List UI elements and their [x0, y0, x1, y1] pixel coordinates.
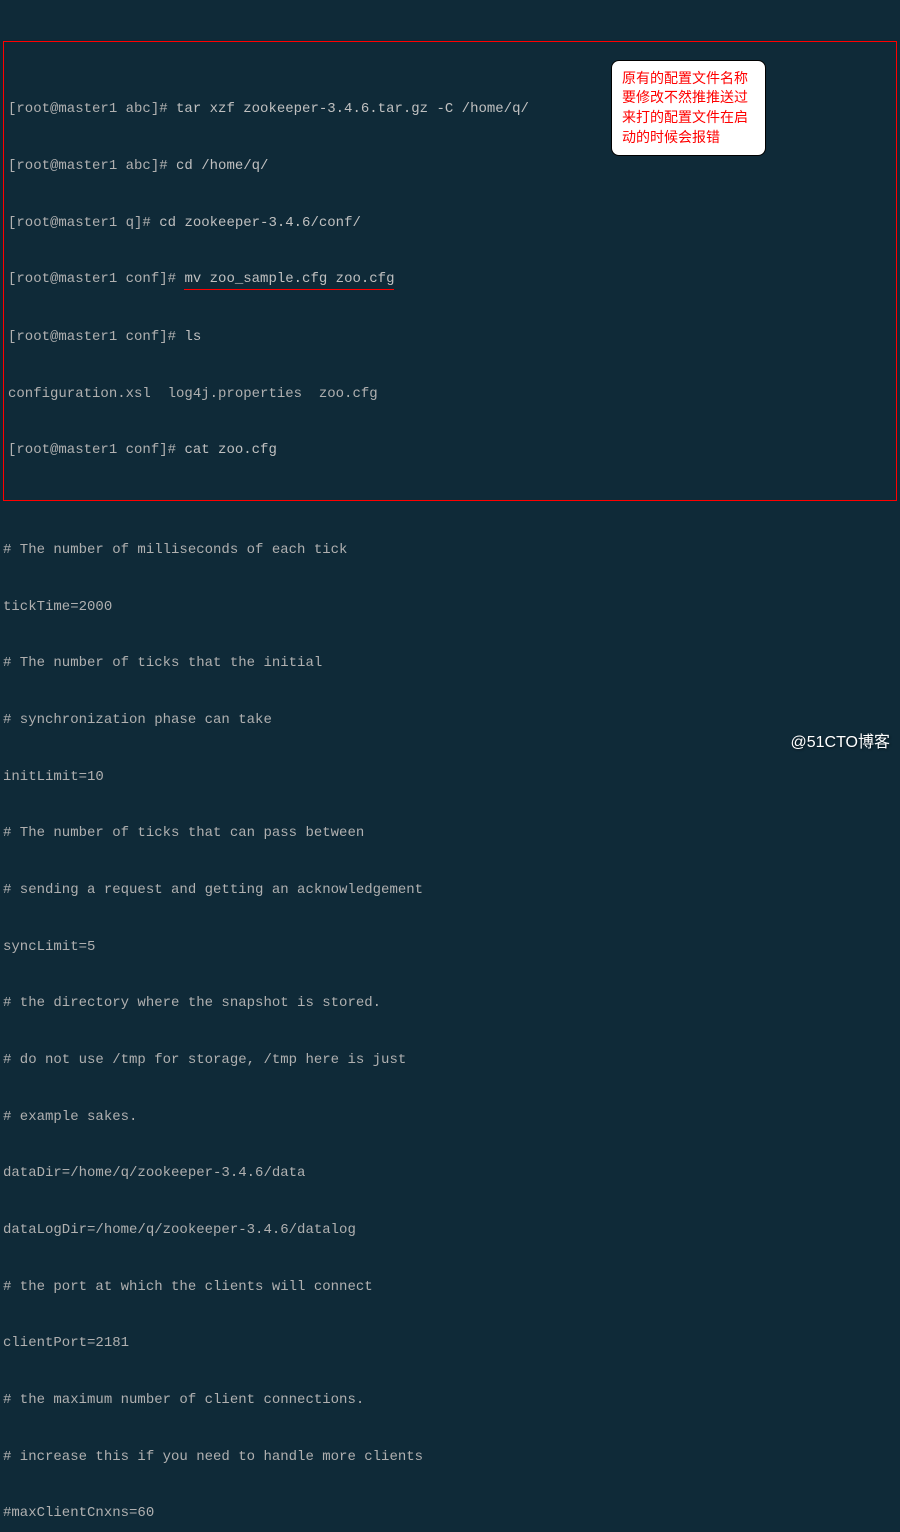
config-line: # example sakes.	[3, 1108, 897, 1127]
config-line: # the port at which the clients will con…	[3, 1278, 897, 1297]
config-line: # the directory where the snapshot is st…	[3, 994, 897, 1013]
watermark: @51CTO博客	[790, 732, 890, 754]
config-line: # The number of ticks that the initial	[3, 654, 897, 673]
config-line: syncLimit=5	[3, 938, 897, 957]
highlighted-commands-box: 原有的配置文件名称要修改不然推推送过来打的配置文件在启动的时候会报错 [root…	[3, 41, 897, 501]
command-cd-home: cd /home/q/	[176, 158, 268, 174]
config-line: # sending a request and getting an ackno…	[3, 881, 897, 900]
command-mv-underlined: mv zoo_sample.cfg zoo.cfg	[184, 270, 394, 290]
config-line: # the maximum number of client connectio…	[3, 1391, 897, 1410]
config-line: # increase this if you need to handle mo…	[3, 1448, 897, 1467]
config-line: # The number of ticks that can pass betw…	[3, 824, 897, 843]
config-line: #maxClientCnxns=60	[3, 1504, 897, 1523]
prompt: [root@master1 abc]#	[8, 158, 176, 174]
command-cat: cat zoo.cfg	[184, 442, 276, 458]
command-ls: ls	[184, 329, 201, 345]
config-line: clientPort=2181	[3, 1334, 897, 1353]
config-line: # synchronization phase can take	[3, 711, 897, 730]
config-line: dataLogDir=/home/q/zookeeper-3.4.6/datal…	[3, 1221, 897, 1240]
config-line: # The number of milliseconds of each tic…	[3, 541, 897, 560]
prompt: [root@master1 conf]#	[8, 271, 184, 287]
config-line: initLimit=10	[3, 768, 897, 787]
terminal-output[interactable]: 原有的配置文件名称要修改不然推推送过来打的配置文件在启动的时候会报错 [root…	[3, 3, 897, 1532]
prompt: [root@master1 q]#	[8, 215, 159, 231]
prompt: [root@master1 abc]#	[8, 101, 176, 117]
config-line: tickTime=2000	[3, 598, 897, 617]
prompt: [root@master1 conf]#	[8, 329, 184, 345]
command-cd-conf: cd zookeeper-3.4.6/conf/	[159, 215, 361, 231]
command-tar: tar xzf zookeeper-3.4.6.tar.gz -C /home/…	[176, 101, 529, 117]
ls-output: configuration.xsl log4j.properties zoo.c…	[8, 385, 892, 404]
annotation-note: 原有的配置文件名称要修改不然推推送过来打的配置文件在启动的时候会报错	[611, 60, 766, 156]
config-line: dataDir=/home/q/zookeeper-3.4.6/data	[3, 1164, 897, 1183]
prompt: [root@master1 conf]#	[8, 442, 184, 458]
config-line: # do not use /tmp for storage, /tmp here…	[3, 1051, 897, 1070]
